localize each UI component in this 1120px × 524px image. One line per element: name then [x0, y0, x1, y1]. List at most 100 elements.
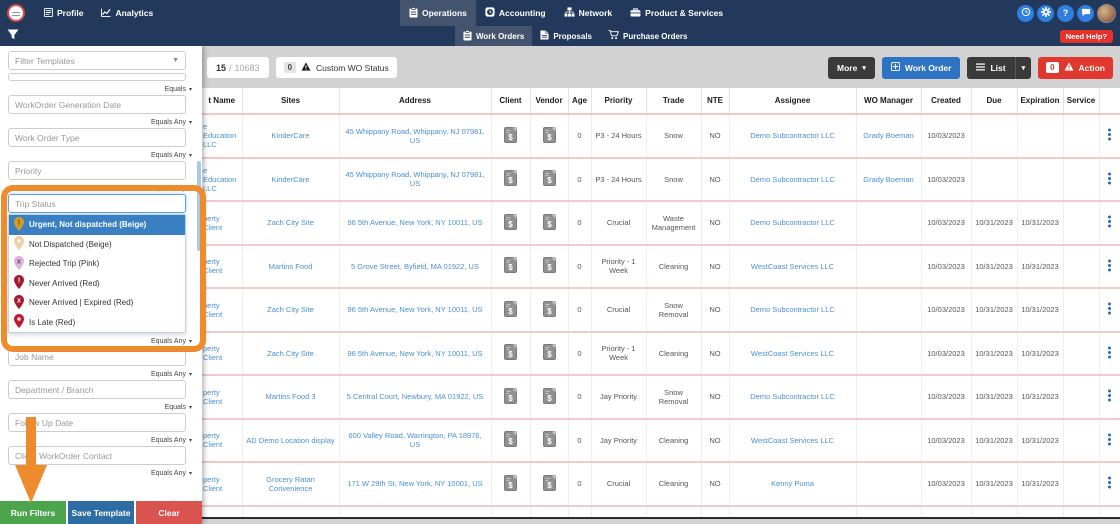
cell-text-name[interactable]: perty Client — [203, 344, 222, 362]
app-logo-icon[interactable] — [7, 4, 25, 22]
invoice-doc-icon[interactable]: $ — [542, 387, 556, 406]
custom-wo-status-button[interactable]: 0 Custom WO Status — [275, 57, 397, 78]
filter-input-client-workorder-contact[interactable]: Client WorkOrder Contact — [8, 446, 186, 465]
chat-button[interactable] — [1077, 4, 1094, 22]
list-view-caret-button[interactable]: ▾ — [1014, 56, 1032, 79]
column-header-wo-manager[interactable]: WO Manager — [856, 88, 922, 114]
cell-text-assignee[interactable]: Demo Subcontractor LLC — [750, 175, 835, 184]
column-header-client[interactable]: Client — [491, 88, 531, 114]
cell-text-site[interactable]: Martins Food 3 — [265, 392, 315, 401]
cell-text-address[interactable]: 5 Grove Street, Byfield, MA 01922, US — [351, 262, 479, 271]
column-header-priority[interactable]: Priority — [591, 88, 647, 114]
run-filters-button[interactable]: Run Filters — [0, 501, 66, 524]
need-help-button[interactable]: Need Help? — [1059, 30, 1113, 43]
row-menu-icon[interactable] — [1107, 433, 1112, 448]
tab-operations[interactable]: Operations — [400, 0, 476, 26]
invoice-doc-icon[interactable]: $ — [504, 257, 517, 275]
cell-text-assignee[interactable]: Kenny Puma — [771, 479, 814, 488]
row-menu-icon[interactable] — [1107, 172, 1112, 187]
settings-button[interactable] — [1037, 4, 1054, 22]
row-menu-icon[interactable] — [1107, 476, 1112, 491]
invoice-doc-icon[interactable]: $ — [542, 431, 556, 449]
new-work-order-button[interactable]: Work Order — [881, 56, 961, 79]
column-header-assignee[interactable]: Assignee — [729, 88, 857, 114]
cell-text-name[interactable]: perty Client — [203, 257, 222, 275]
cell-text-site[interactable]: KinderCare — [272, 131, 310, 140]
cell-text-address[interactable]: 96 5th Avenue, New York, NY 10011, US — [347, 305, 482, 314]
sidebar-scrollbar[interactable] — [197, 161, 201, 251]
operator-select[interactable]: Equals Any ▾ — [0, 333, 202, 347]
trip-status-option-is-late-red[interactable]: Is Late (Red) — [9, 313, 185, 333]
row-menu-icon[interactable] — [1107, 302, 1112, 317]
cell-text-assignee[interactable]: WestCoast Services LLC — [751, 349, 834, 358]
subnav-item-work-orders[interactable]: Work Orders — [455, 26, 533, 46]
trip-status-option-never-arrived-expired-red[interactable]: x Never Arrived | Expired (Red) — [9, 293, 185, 313]
cell-text-site[interactable]: Martins Food — [269, 262, 313, 271]
filter-input-partial[interactable] — [8, 73, 186, 81]
invoice-doc-icon[interactable]: $ — [504, 474, 517, 493]
action-button[interactable]: 0 Action — [1038, 56, 1113, 79]
invoice-doc-icon[interactable]: $ — [542, 257, 556, 275]
cell-text-name[interactable]: perty Client — [203, 301, 222, 319]
subnav-item-proposals[interactable]: Proposals — [532, 26, 600, 46]
save-template-button[interactable]: Save Template — [68, 501, 134, 524]
cell-text-site[interactable]: Grocery Ratan Convenience — [266, 475, 315, 493]
operator-select[interactable]: Equals Any ▾ — [0, 147, 202, 161]
operator-select[interactable]: Equals ▾ — [0, 399, 202, 413]
filter-input-trip-status[interactable]: Trip Status — [8, 194, 186, 213]
cell-text-name[interactable]: e Education LLC — [203, 122, 236, 149]
trip-status-option-urgent-not-dispatched-beige[interactable]: ! Urgent, Not dispatched (Beige) — [9, 215, 185, 235]
help-button[interactable]: ? — [1057, 4, 1074, 22]
cell-text-site[interactable]: KinderCare — [272, 175, 310, 184]
topnav-item-profile[interactable]: Profile — [35, 0, 92, 26]
row-menu-icon[interactable] — [1107, 346, 1112, 361]
more-button[interactable]: More ▾ — [828, 56, 875, 79]
cell-text-name[interactable]: perty Client — [203, 431, 222, 449]
column-header-t-name[interactable]: t Name — [202, 88, 243, 114]
invoice-doc-icon[interactable]: $ — [504, 170, 517, 188]
filter-input-department-branch[interactable]: Department / Branch — [8, 380, 186, 399]
cell-text-assignee[interactable]: WestCoast Services LLC — [751, 436, 834, 445]
list-view-button[interactable]: List — [967, 56, 1015, 79]
cell-text-address[interactable]: 96 5th Avenue, New York, NY 10011, US — [347, 349, 482, 358]
operator-select[interactable]: Equals Any ▾ — [0, 180, 202, 194]
invoice-doc-icon[interactable]: $ — [504, 126, 517, 145]
cell-text-assignee[interactable]: Demo Subcontractor LLC — [750, 392, 835, 401]
cell-text-address[interactable]: 96 5th Avenue, New York, NY 10011, US — [347, 218, 482, 227]
cell-text-assignee[interactable]: WestCoast Services LLC — [751, 262, 834, 271]
invoice-doc-icon[interactable]: $ — [542, 213, 556, 232]
column-header-menu[interactable] — [1099, 88, 1120, 114]
cell-text-assignee[interactable]: Demo Subcontractor LLC — [750, 218, 835, 227]
filter-input-priority[interactable]: Priority — [8, 161, 186, 180]
invoice-doc-icon[interactable]: $ — [504, 300, 517, 319]
filter-input-follow-up-date[interactable]: Follow Up Date — [8, 413, 186, 432]
row-menu-icon[interactable] — [1107, 259, 1112, 274]
column-header-vendor[interactable]: Vendor — [530, 88, 569, 114]
cell-text-manager[interactable]: Grady Boeman — [863, 175, 913, 184]
operator-select[interactable]: Equals Any ▾ — [0, 114, 202, 128]
user-avatar[interactable] — [1097, 3, 1116, 23]
clear-button[interactable]: Clear — [136, 501, 202, 524]
column-header-service[interactable]: Service — [1063, 88, 1100, 114]
row-menu-icon[interactable] — [1107, 389, 1112, 404]
cell-text-site[interactable]: AD Demo Location display — [246, 436, 334, 445]
invoice-doc-icon[interactable]: $ — [542, 126, 556, 145]
trip-status-option-not-dispatched-beige[interactable]: Not Dispatched (Beige) — [9, 235, 185, 255]
cell-text-name[interactable]: perty Client — [203, 388, 222, 406]
column-header-created[interactable]: Created — [921, 88, 972, 114]
cell-text-manager[interactable]: Grady Boeman — [863, 131, 913, 140]
tab-accounting[interactable]: Accounting — [476, 0, 555, 26]
column-header-trade[interactable]: Trade — [646, 88, 702, 114]
invoice-doc-icon[interactable]: $ — [504, 431, 517, 449]
invoice-doc-icon[interactable]: $ — [542, 300, 556, 319]
column-header-due[interactable]: Due — [971, 88, 1018, 114]
filter-input-job-name[interactable]: Job Name — [8, 347, 186, 366]
topnav-item-analytics[interactable]: Analytics — [92, 0, 162, 26]
filter-input-work-order-type[interactable]: Work Order Type — [8, 128, 186, 147]
trip-status-option-rejected-trip-pink[interactable]: x Rejected Trip (Pink) — [9, 254, 185, 274]
tab-network[interactable]: Network — [555, 0, 622, 26]
row-menu-icon[interactable] — [1107, 215, 1112, 230]
invoice-doc-icon[interactable]: $ — [542, 474, 556, 493]
cell-text-name[interactable]: perty Client — [203, 475, 222, 493]
result-count[interactable]: 15 / 10683 — [207, 57, 269, 78]
